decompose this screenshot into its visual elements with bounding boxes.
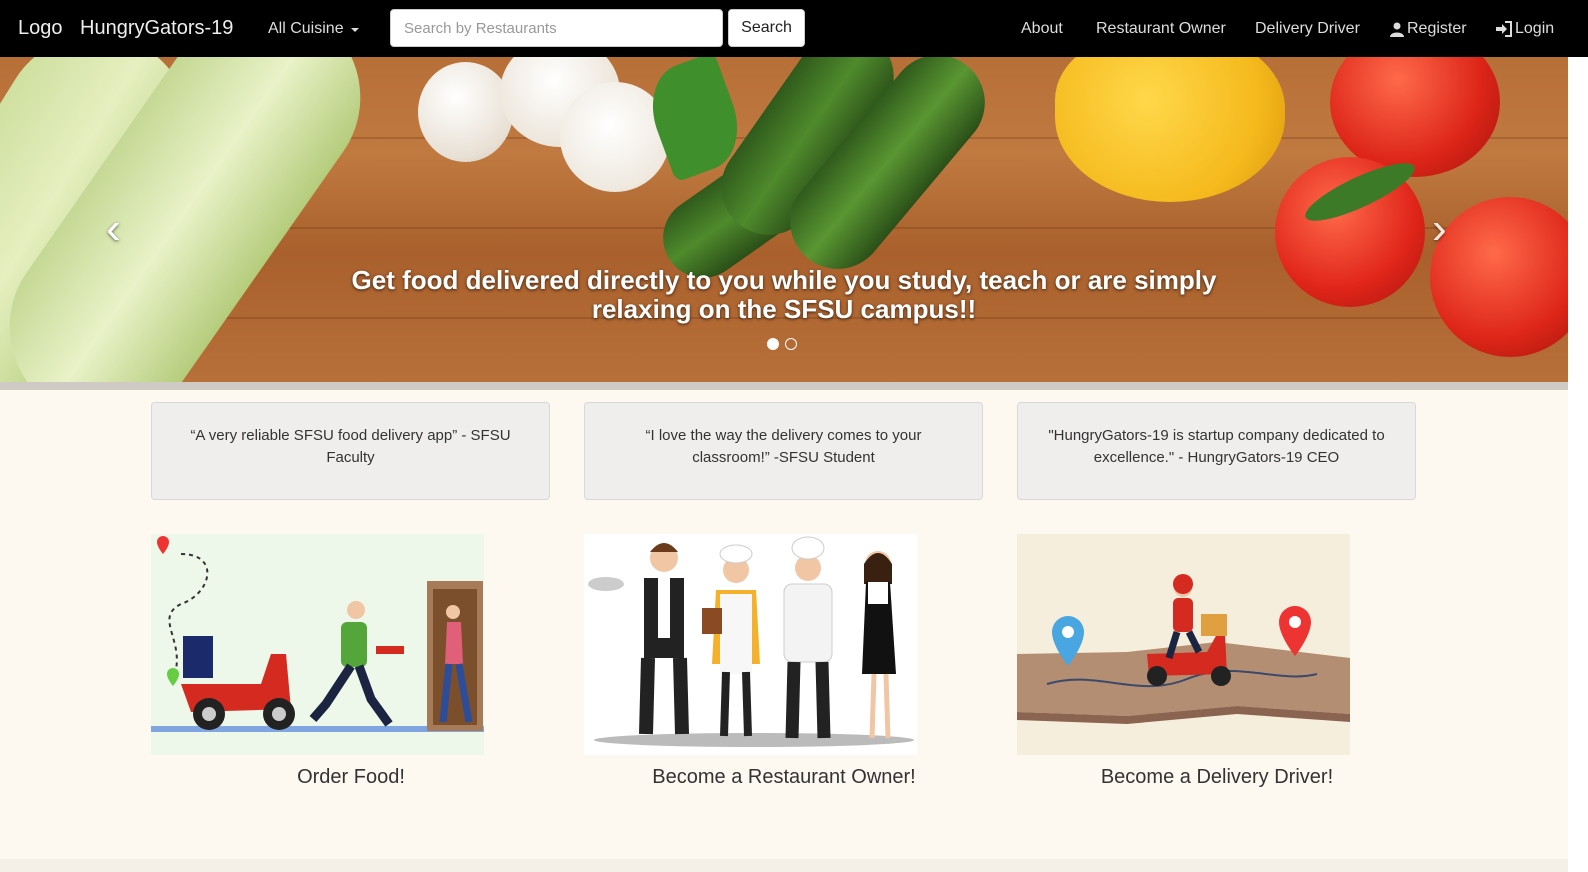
navbar: Logo HungryGators-19 All Cuisine Search … <box>0 0 1588 57</box>
carousel-next-icon[interactable]: › <box>1432 207 1447 251</box>
login-label: Login <box>1515 19 1555 37</box>
page-footer-strip <box>0 859 1568 872</box>
cuisine-dropdown-label: All Cuisine <box>268 19 344 37</box>
nav-link-about[interactable]: About <box>1021 0 1063 57</box>
cuisine-dropdown[interactable]: All Cuisine <box>268 0 359 57</box>
register-label: Register <box>1407 19 1467 37</box>
nav-link-delivery-driver[interactable]: Delivery Driver <box>1255 0 1360 57</box>
order-food-title[interactable]: Order Food! <box>151 766 551 789</box>
order-food-image[interactable] <box>151 534 484 755</box>
nav-link-register[interactable]: Register <box>1389 0 1467 57</box>
caret-down-icon <box>350 27 359 32</box>
delivery-driver-title[interactable]: Become a Delivery Driver! <box>1017 766 1417 789</box>
hero-divider <box>0 382 1568 390</box>
user-icon <box>1390 22 1404 37</box>
testimonial-card: “A very reliable SFSU food delivery app”… <box>151 402 550 500</box>
scroll-gutter <box>1568 57 1588 872</box>
carousel-prev-icon[interactable]: ‹ <box>106 207 121 251</box>
testimonial-card: "HungryGators-19 is startup company dedi… <box>1017 402 1416 500</box>
scooter-map-illustration <box>1017 574 1350 724</box>
hero-caption-line: relaxing on the SFSU campus!! <box>591 294 977 324</box>
restaurant-owner-title[interactable]: Become a Restaurant Owner! <box>584 766 984 789</box>
carousel-indicator-dot[interactable] <box>767 338 779 350</box>
tomato-image <box>1430 197 1568 357</box>
search-input[interactable] <box>390 9 723 47</box>
mushroom-image <box>418 62 513 162</box>
search-button[interactable]: Search <box>728 9 805 47</box>
brand-link[interactable]: HungryGators-19 <box>80 0 233 57</box>
pepper-image <box>1055 57 1285 202</box>
logo-link[interactable]: Logo <box>18 0 63 57</box>
hero-caption: Get food delivered directly to you while… <box>300 266 1268 324</box>
restaurant-owner-image[interactable] <box>584 534 917 755</box>
nav-link-restaurant-owner[interactable]: Restaurant Owner <box>1096 0 1226 57</box>
delivery-driver-image[interactable] <box>1017 534 1350 755</box>
carousel-indicators <box>767 338 797 350</box>
nav-link-login[interactable]: Login <box>1495 0 1554 57</box>
hero-carousel: ‹ › Get food delivered directly to you w… <box>0 57 1568 382</box>
delivery-illustration <box>151 536 484 732</box>
hero-caption-line: Get food delivered directly to you while… <box>351 265 1217 295</box>
restaurant-staff-illustration <box>588 536 914 747</box>
carousel-indicator-dot[interactable] <box>785 338 797 350</box>
login-icon <box>1496 20 1512 37</box>
testimonial-card: “I love the way the delivery comes to yo… <box>584 402 983 500</box>
